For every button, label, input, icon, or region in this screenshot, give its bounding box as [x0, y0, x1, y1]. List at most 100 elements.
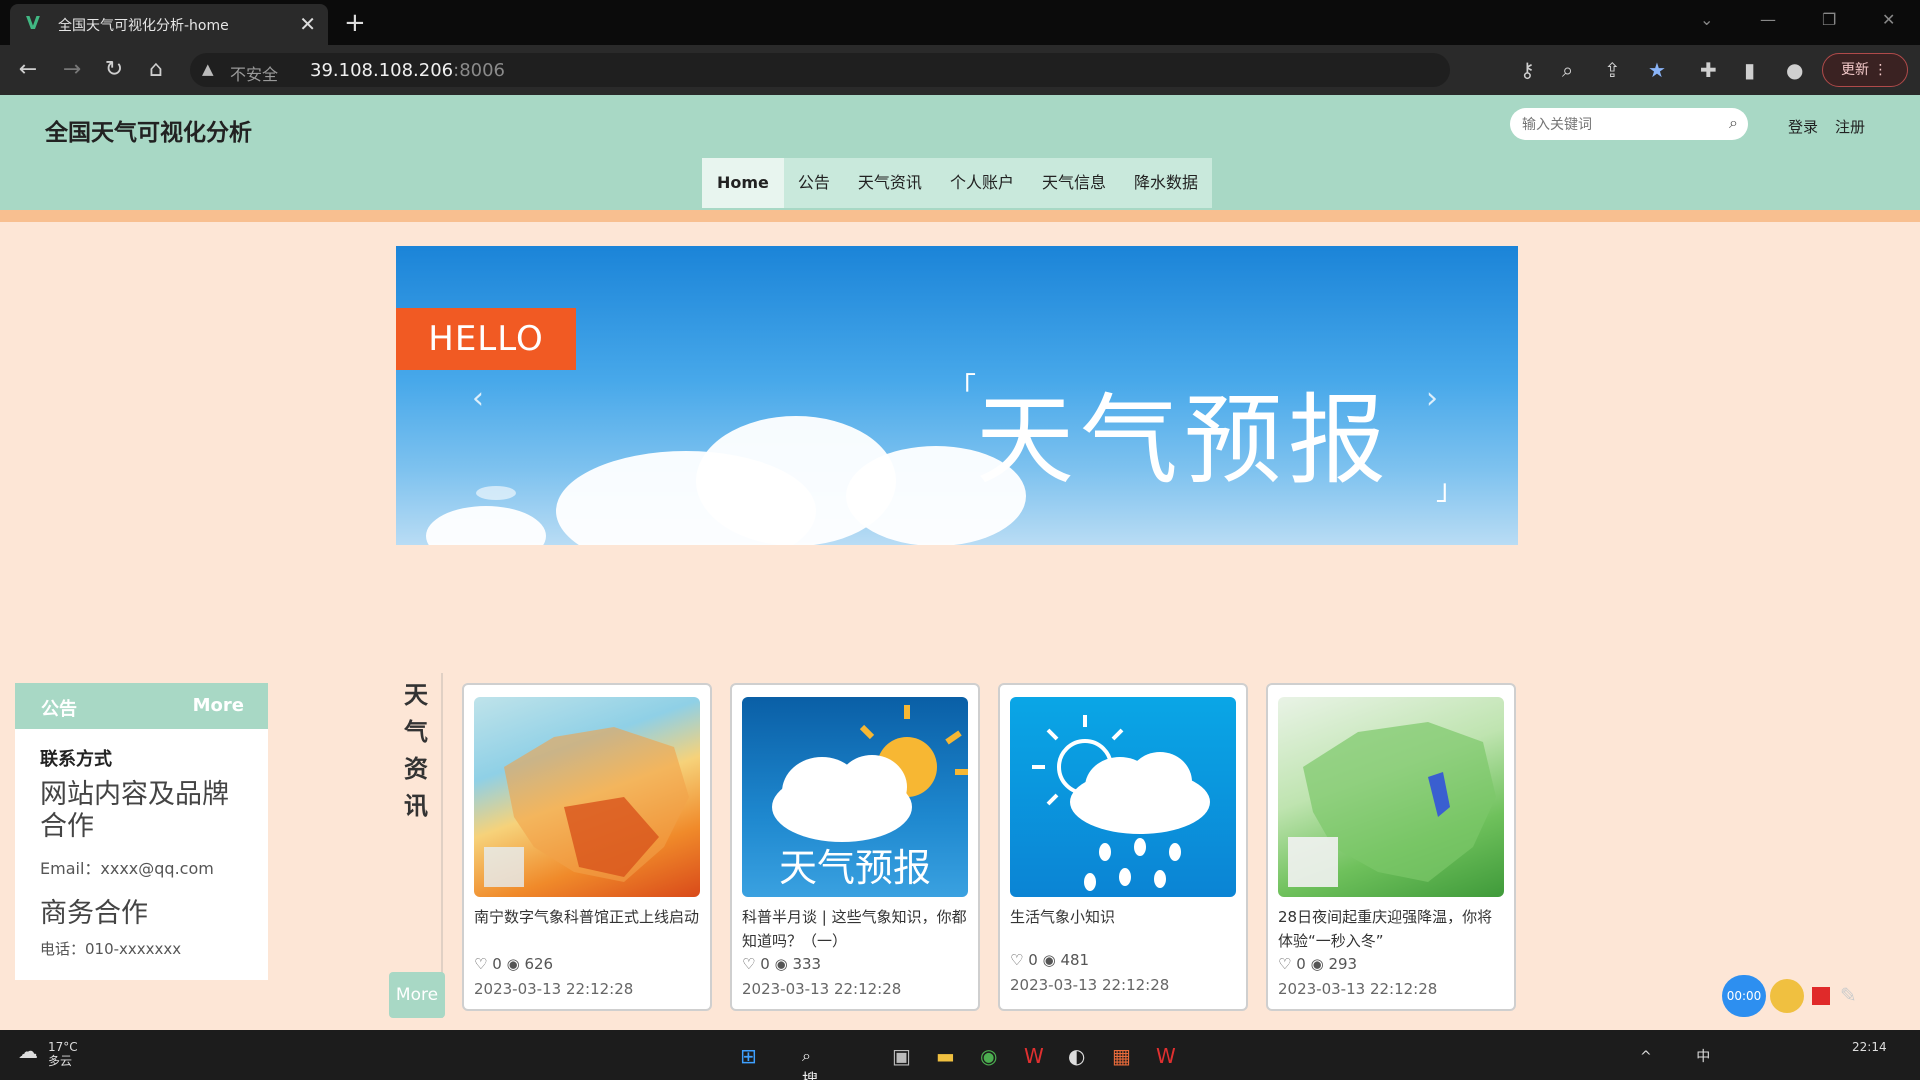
notice-more-link[interactable]: More: [193, 695, 244, 716]
news-image-forecast: 天气预报: [742, 697, 968, 897]
bookmark-star-icon[interactable]: ★: [1648, 58, 1666, 82]
wps-icon[interactable]: W: [1024, 1044, 1044, 1068]
search-input[interactable]: [1522, 114, 1712, 134]
restore-icon[interactable]: ❐: [1822, 10, 1836, 29]
news-section-label: 天 气 资 讯: [389, 673, 443, 1018]
news-image-map: [1278, 697, 1504, 897]
main-nav: Home 公告 天气资讯 个人账户 天气信息 降水数据: [702, 158, 1212, 208]
update-button[interactable]: 更新 ⋮: [1822, 53, 1908, 87]
task-view-icon[interactable]: ▣: [892, 1044, 911, 1068]
like-icon[interactable]: ♡: [474, 955, 487, 973]
news-card[interactable]: 南宁数字气象科普馆正式上线启动 ♡ 0 ◉ 626 2023-03-13 22:…: [462, 683, 712, 1011]
url-host: 39.108.108.206: [310, 60, 454, 81]
news-card[interactable]: 生活气象小知识 ♡ 0 ◉ 481 2023-03-13 22:12:28: [998, 683, 1248, 1011]
view-count: 481: [1060, 951, 1090, 969]
recorder-pause-icon[interactable]: [1770, 979, 1804, 1013]
china-map-graphic: [1288, 722, 1496, 887]
back-icon[interactable]: ←: [14, 57, 42, 82]
nav-notice[interactable]: 公告: [784, 158, 844, 208]
screen-recorder-widget: 00:00 ✎: [1722, 975, 1892, 1017]
vue-favicon-icon: V: [26, 13, 40, 34]
news-title[interactable]: 南宁数字气象科普馆正式上线启动: [474, 905, 702, 929]
nav-precipitation[interactable]: 降水数据: [1120, 158, 1212, 208]
taskbar-weather-text: 多云: [48, 1054, 73, 1068]
taskbar-clock[interactable]: 22:14: [1852, 1040, 1887, 1054]
news-card[interactable]: 28日夜间起重庆迎强降温，你将体验“一秒入冬” ♡ 0 ◉ 293 2023-0…: [1266, 683, 1516, 1011]
tab-search-icon[interactable]: ⌄: [1700, 10, 1713, 29]
forward-icon[interactable]: →: [58, 57, 86, 82]
profile-icon[interactable]: ●: [1786, 58, 1803, 82]
ime-indicator[interactable]: 中: [1696, 1049, 1710, 1065]
news-more-button[interactable]: More: [389, 972, 445, 1018]
eye-icon: ◉: [506, 955, 520, 973]
login-link[interactable]: 登录: [1788, 116, 1818, 137]
like-count: 0: [492, 955, 502, 973]
system-tray: ^ 中: [1640, 1046, 1710, 1066]
carousel-next-icon[interactable]: ›: [1426, 381, 1438, 416]
minimize-icon[interactable]: —: [1760, 10, 1776, 29]
like-count: 0: [1028, 951, 1038, 969]
share-icon[interactable]: ⇪: [1604, 58, 1621, 82]
cloud-shape: [426, 506, 546, 545]
view-count: 293: [1328, 955, 1358, 973]
like-icon[interactable]: ♡: [1010, 951, 1023, 969]
nav-weather-news[interactable]: 天气资讯: [844, 158, 936, 208]
reload-icon[interactable]: ↻: [100, 57, 128, 82]
zoom-icon[interactable]: ⌕: [1562, 58, 1573, 82]
like-icon[interactable]: ♡: [1278, 955, 1291, 973]
nav-weather-info[interactable]: 天气信息: [1028, 158, 1120, 208]
news-title[interactable]: 28日夜间起重庆迎强降温，你将体验“一秒入冬”: [1278, 905, 1506, 953]
extensions-icon[interactable]: ✚: [1700, 58, 1717, 82]
side-panel-icon[interactable]: ▮: [1744, 58, 1755, 82]
pen-icon[interactable]: ✎: [1840, 983, 1857, 1007]
site-title: 全国天气可视化分析: [45, 120, 252, 146]
close-tab-icon[interactable]: ✕: [299, 12, 316, 36]
windows-start-icon[interactable]: ⊞: [740, 1044, 757, 1068]
news-title[interactable]: 科普半月谈 | 这些气象知识，你都知道吗？（一）: [742, 905, 970, 953]
tab-title: 全国天气可视化分析-home: [58, 18, 229, 34]
register-link[interactable]: 注册: [1835, 116, 1865, 137]
home-icon[interactable]: ⌂: [142, 57, 170, 82]
nav-home[interactable]: Home: [702, 158, 784, 208]
carousel-prev-icon[interactable]: ‹: [472, 381, 484, 416]
taskbar-search[interactable]: ⌕ 搜索: [802, 1046, 818, 1080]
eye-icon: ◉: [774, 955, 788, 973]
address-bar[interactable]: ▲ 不安全 39.108.108.206:8006: [190, 53, 1450, 87]
taskbar-temp: 17°C: [48, 1040, 78, 1054]
business-text: 商务合作: [40, 898, 148, 929]
tray-chevron-icon[interactable]: ^: [1640, 1049, 1652, 1065]
bracket-open: 「: [948, 371, 977, 404]
hello-badge: HELLO: [396, 308, 576, 370]
taskbar-search-label: 搜索: [802, 1070, 819, 1080]
search-icon[interactable]: ⌕: [1729, 113, 1738, 133]
site-header: 全国天气可视化分析 ⌕ 登录 注册 Home 公告 天气资讯 个人账户 天气信息…: [0, 95, 1920, 210]
app-grid-icon[interactable]: ▦: [1112, 1044, 1131, 1068]
insecure-label: 不安全: [230, 65, 279, 84]
close-window-icon[interactable]: ✕: [1882, 10, 1895, 29]
wps-icon[interactable]: W: [1156, 1044, 1176, 1068]
news-image-map: [474, 697, 700, 897]
cloud-icon: ☁: [18, 1039, 38, 1063]
bracket-close: 」: [1436, 473, 1465, 506]
news-stats: ♡ 0 ◉ 293: [1278, 955, 1357, 973]
recorder-timer[interactable]: 00:00: [1722, 975, 1766, 1017]
browser-tab[interactable]: V 全国天气可视化分析-home ✕: [10, 4, 328, 45]
news-date: 2023-03-13 22:12:28: [1278, 980, 1438, 998]
chrome-icon[interactable]: ◉: [980, 1044, 997, 1068]
news-title[interactable]: 生活气象小知识: [1010, 905, 1238, 929]
china-map-graphic: [484, 727, 689, 887]
key-icon[interactable]: ⚷: [1520, 58, 1535, 82]
like-count: 0: [760, 955, 770, 973]
recorder-stop-icon[interactable]: [1812, 987, 1830, 1005]
nav-account[interactable]: 个人账户: [936, 158, 1028, 208]
forecast-image-text: 天气预报: [778, 846, 931, 890]
app-icon[interactable]: ◐: [1068, 1044, 1085, 1068]
like-icon[interactable]: ♡: [742, 955, 755, 973]
banner-carousel[interactable]: HELLO 「 天气预报 」 ‹ ›: [396, 246, 1518, 545]
section-char: 讯: [404, 792, 428, 820]
new-tab-icon[interactable]: +: [344, 8, 366, 38]
contact-label: 联系方式: [40, 749, 112, 770]
file-explorer-icon[interactable]: ▬: [936, 1044, 955, 1068]
notice-title: 公告: [41, 699, 77, 720]
news-card[interactable]: 天气预报 科普半月谈 | 这些气象知识，你都知道吗？（一） ♡ 0 ◉ 333 …: [730, 683, 980, 1011]
